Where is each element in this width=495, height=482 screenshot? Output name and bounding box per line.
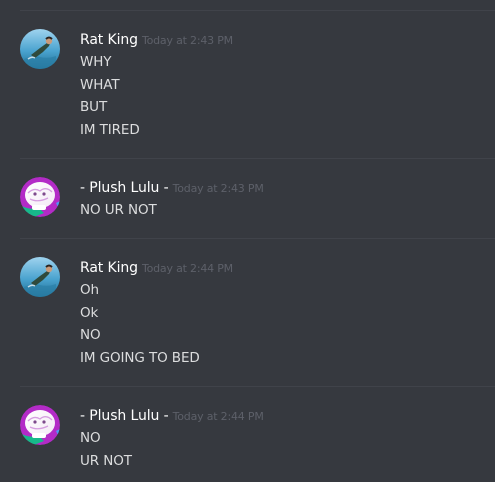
timestamp: Today at 2:44 PM [141, 262, 233, 275]
timestamp: Today at 2:43 PM [141, 34, 233, 47]
chat-message-list[interactable]: Rat King Today at 2:43 PM WHY WHAT BUT IM… [0, 0, 495, 482]
message-text: NO UR NOT [80, 202, 157, 218]
message-content: Oh Ok NO IM GOING TO BED [80, 279, 200, 369]
message-header: - Plush Lulu - Today at 2:44 PM [80, 405, 264, 425]
message-text: WHAT [80, 76, 120, 93]
timestamp: Today at 2:43 PM [172, 182, 264, 195]
message-header: Rat King Today at 2:43 PM [80, 29, 233, 49]
rat-king-avatar[interactable] [20, 29, 60, 69]
message-content: NO UR NOT [80, 199, 157, 222]
message-text: NO [80, 430, 101, 446]
username[interactable]: - Plush Lulu - [80, 408, 169, 424]
message-text: IM TIRED [80, 121, 140, 138]
message-text: NO [80, 327, 101, 343]
message-divider [20, 386, 495, 387]
username[interactable]: Rat King [80, 260, 138, 276]
message-text: BUT [80, 99, 108, 115]
username[interactable]: Rat King [80, 32, 138, 48]
timestamp: Today at 2:44 PM [172, 410, 264, 423]
message-header: Rat King Today at 2:44 PM [80, 257, 233, 277]
rat-king-avatar[interactable] [20, 257, 60, 297]
message-content: NO UR NOT [80, 427, 132, 472]
message-text: IM GOING TO BED [80, 349, 200, 366]
message-text: Ok [80, 304, 99, 321]
message-text: WHY [80, 54, 112, 70]
message-content: WHY WHAT BUT IM TIRED [80, 51, 140, 141]
message-text: Oh [80, 282, 99, 298]
message-header: - Plush Lulu - Today at 2:43 PM [80, 177, 264, 197]
message-divider [20, 238, 495, 239]
message-divider [20, 10, 495, 11]
message-divider [20, 158, 495, 159]
plush-lulu-avatar[interactable] [20, 405, 60, 445]
message-text: UR NOT [80, 452, 132, 469]
username[interactable]: - Plush Lulu - [80, 180, 169, 196]
plush-lulu-avatar[interactable] [20, 177, 60, 217]
